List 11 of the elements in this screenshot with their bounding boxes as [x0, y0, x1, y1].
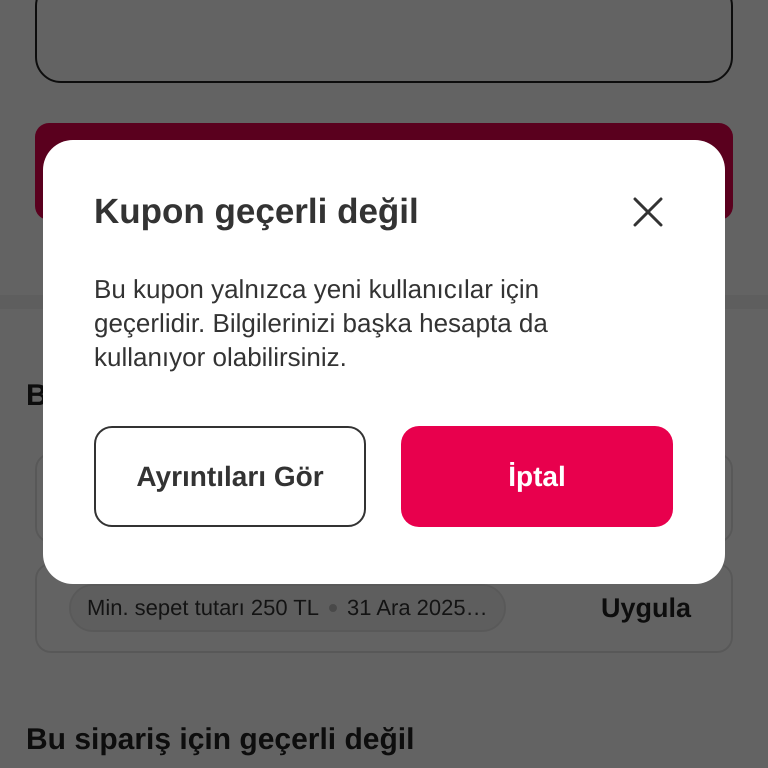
close-button[interactable] — [632, 196, 664, 228]
condition-text: Min. sepet tutarı 250 TL — [87, 595, 319, 621]
cancel-button[interactable]: İptal — [401, 426, 673, 527]
dialog-title: Kupon geçerli değil — [94, 192, 419, 232]
apply-button[interactable]: Uygula — [600, 592, 691, 624]
section-heading: Bu sipariş için geçerli değil — [26, 723, 416, 757]
coupon-input-field[interactable] — [35, 0, 733, 83]
dialog-message: Bu kupon yalnızca yeni kullanıcılar için geçerlidir. Bilgilerinizi başka hesapta da kullanıyor olabilirsiniz. — [94, 273, 549, 374]
details-button[interactable]: Ayrıntıları Gör — [94, 426, 366, 527]
condition-text: 31 Ara 2025… — [346, 595, 488, 621]
close-icon — [632, 196, 664, 228]
